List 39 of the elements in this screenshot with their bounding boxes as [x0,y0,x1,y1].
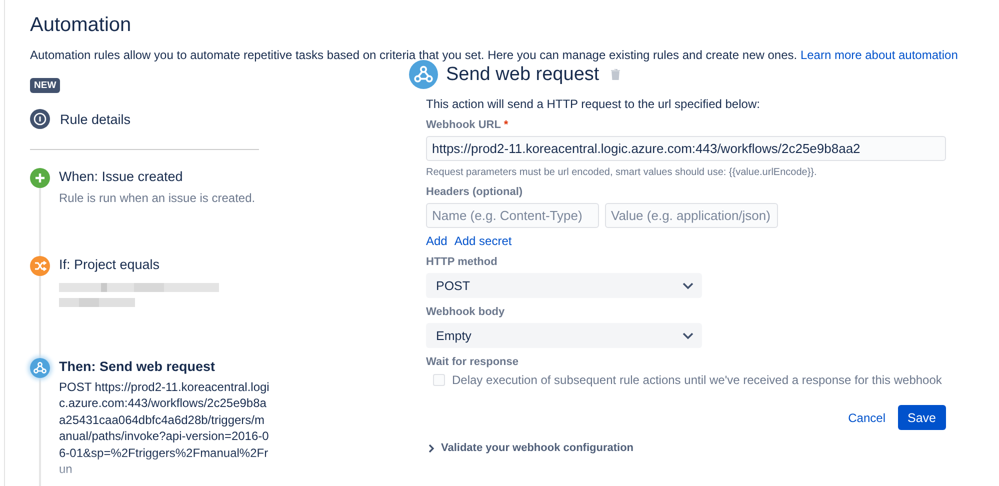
trash-icon[interactable] [611,69,620,80]
header-link[interactable]: Add secret [454,234,512,248]
header-name-input[interactable]: Name (e.g. Content-Type) [426,203,599,228]
field-label: Wait for response [426,356,518,368]
field-label: Webhook body [426,306,505,318]
field-label: Webhook URL * [426,119,508,131]
body-select[interactable]: Empty [426,323,702,348]
page-title: Automation [30,14,132,37]
info-icon [30,109,50,129]
webhook-icon [409,60,438,89]
new-badge: NEW [30,78,60,93]
step-description: Rule is run when an issue is created. [59,190,256,207]
action-description: This action will send a HTTP request to the url specified below: [426,97,761,111]
validate-toggle[interactable]: Validate your webhook configuration [428,442,634,454]
step-title[interactable]: When: Issue created [59,168,183,186]
save-button[interactable]: Save [898,405,946,430]
shuffle-icon [30,256,50,276]
field-label: Headers (optional) [426,186,523,198]
cancel-button[interactable]: Cancel [848,406,886,428]
url-input[interactable]: https://prod2-11.koreacentral.logic.azure.com:443/workflows/2c25e9b8aa2 [426,136,946,161]
chevron-down-icon [682,282,694,290]
step-title[interactable]: If: Project equals [59,256,160,274]
chevron-down-icon [682,332,694,340]
learn-more-link[interactable]: Learn more about automation [800,48,958,62]
help-text: Request parameters must be url encoded, smart values should use: {{value.urlEncode}}. [426,167,818,178]
step-description: POST https://prod2-11.koreacentral.logic.azure.com:443/workflows/2c25e9b8aa25431caa064dbfc4a6d28b/triggers/manual/paths/invoke?api-version=2016-06-01&sp=%2Ftriggers%2Fmanual%2Frun [59,378,270,478]
page-description: Automation rules allow you to automate repetitive tasks based on criteria that you set. Here you can manage existing rules and create new ones. Learn more about automation [30,48,959,62]
header-value-input[interactable]: Value (e.g. application/json) [605,203,778,228]
method-select[interactable]: POST [426,273,702,298]
plus-icon [30,168,50,188]
rule-details-link[interactable]: Rule details [60,112,131,126]
action-title: Send web request [446,64,600,86]
header-link[interactable]: Add [426,234,448,248]
checkbox-label[interactable]: Delay execution of subsequent rule actions until we've received a response for this webhook [452,373,942,387]
step-title[interactable]: Then: Send web request [59,358,216,376]
wait-checkbox[interactable] [433,374,445,386]
field-label: HTTP method [426,256,498,268]
webhook-icon [30,358,50,378]
chevron-right-icon [428,444,435,452]
